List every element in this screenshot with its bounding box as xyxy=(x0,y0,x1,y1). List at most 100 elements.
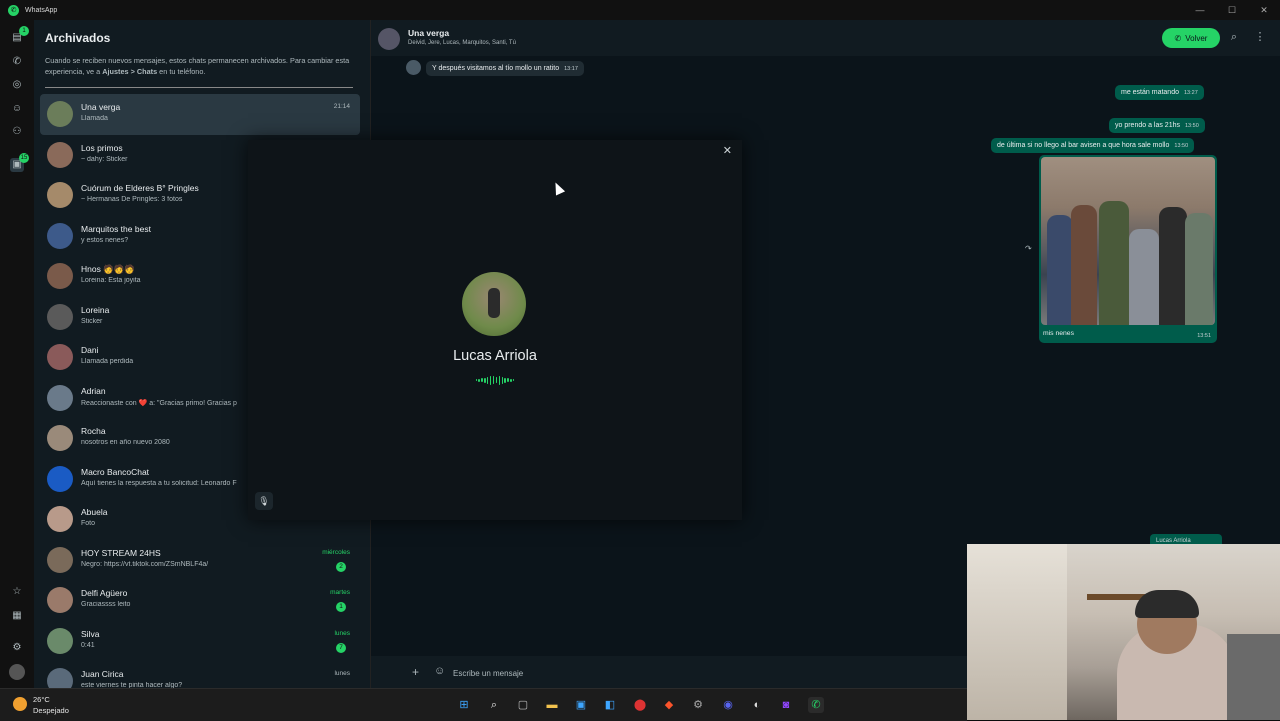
divider xyxy=(45,87,353,88)
chat-preview: Graciassss leito xyxy=(81,601,131,608)
media-icon[interactable]: ▦ xyxy=(10,609,24,623)
message-out[interactable]: de última si no llego al bar avisen a qu… xyxy=(991,138,1195,153)
group-members: Deivid, Jere, Lucas, Marquitos, Santi, T… xyxy=(408,40,516,46)
brave-browser-icon[interactable]: ◆ xyxy=(661,697,677,713)
message-time: 13:27 xyxy=(1183,90,1198,96)
caller-avatar xyxy=(462,272,526,336)
app-gray-icon[interactable]: ◐ xyxy=(749,697,765,713)
message-in[interactable]: Y después visitamos al tío mollo un rati… xyxy=(426,61,584,76)
chat-row[interactable]: HOY STREAM 24HS Negro: https://vt.tiktok.… xyxy=(40,540,360,581)
chat-name: Macro BancoChat xyxy=(81,466,150,477)
store-icon[interactable]: ▣ xyxy=(573,697,589,713)
chat-name: Cuórum de Elderes B° Pringles xyxy=(81,183,199,193)
chat-preview: Negro: https://vt.tiktok.com/ZSmNBLF4a/ xyxy=(81,560,209,568)
app-icon[interactable]: ◧ xyxy=(602,697,618,713)
weather-icon[interactable] xyxy=(13,697,27,711)
chat-avatar[interactable] xyxy=(47,546,73,573)
file-explorer-icon[interactable]: ▬ xyxy=(544,697,560,713)
settings-link: Ajustes > Chats xyxy=(102,66,158,76)
minimize-icon[interactable]: — xyxy=(1184,5,1216,15)
close-window-icon[interactable]: ✕ xyxy=(1248,5,1280,16)
message-out[interactable]: yo prendo a las 21hs 13:50 xyxy=(1109,118,1205,133)
chat-row[interactable]: Silva 0:41 lunes 7 xyxy=(40,621,360,662)
microphone-icon[interactable]: 🎙 xyxy=(255,492,273,510)
chat-avatar[interactable] xyxy=(47,465,73,492)
channels-icon[interactable]: ☺ xyxy=(10,102,24,116)
settings-icon[interactable]: ⚙ xyxy=(10,641,24,655)
close-icon[interactable]: ✕ xyxy=(723,144,732,157)
search-icon[interactable]: ⌕ xyxy=(1227,30,1241,44)
chat-avatar[interactable] xyxy=(47,587,73,613)
message-time: 13:50 xyxy=(1174,143,1189,149)
chat-name: Rocha xyxy=(81,426,106,436)
chat-name: Adrian xyxy=(81,385,106,396)
windows-start-icon[interactable]: ⊞ xyxy=(456,697,472,713)
chat-avatar[interactable] xyxy=(47,263,73,289)
chat-avatar[interactable] xyxy=(47,222,73,249)
calls-icon[interactable]: ✆ xyxy=(10,55,24,69)
chats-badge: 1 xyxy=(19,26,29,36)
chat-avatar[interactable] xyxy=(47,344,73,370)
unread-badge: 1 xyxy=(336,602,346,612)
conversation-header[interactable]: Una verga Deivid, Jere, Lucas, Marquitos… xyxy=(371,20,1280,56)
wave-bar xyxy=(504,377,506,383)
chat-row[interactable]: Una verga Llamada 21:14 xyxy=(40,94,360,135)
forward-icon[interactable]: ↷ xyxy=(1025,244,1032,253)
photo-caption: mis nenes xyxy=(1043,330,1074,337)
message-out[interactable]: me están matando 13:27 xyxy=(1115,85,1204,100)
attach-icon[interactable]: + xyxy=(412,665,419,679)
group-avatar[interactable] xyxy=(378,28,400,50)
message-text: me están matando xyxy=(1121,89,1179,96)
wave-bar xyxy=(501,376,503,384)
chat-avatar[interactable] xyxy=(47,627,73,654)
status-icon[interactable]: ◎ xyxy=(10,78,24,92)
navigation-rail: ▤ 1 ✆ ◎ ☺ ⚇ ▣ 15 ☆ ▦ ⚙ xyxy=(0,20,34,688)
wave-bar xyxy=(487,376,489,384)
whatsapp-taskbar-icon[interactable]: ✆ xyxy=(808,697,824,713)
chat-avatar[interactable] xyxy=(47,182,73,208)
description-text-end: en tu teléfono. xyxy=(157,66,206,76)
menu-icon[interactable]: ⋮ xyxy=(1253,30,1267,44)
chat-avatar[interactable] xyxy=(47,425,73,451)
message-input[interactable] xyxy=(451,664,935,682)
starred-icon[interactable]: ☆ xyxy=(10,585,24,599)
chat-name: HOY STREAM 24HS xyxy=(81,547,161,558)
chat-time: lunes xyxy=(334,629,350,637)
communities-icon[interactable]: ⚇ xyxy=(10,125,24,139)
wave-bar xyxy=(510,378,512,382)
chat-time: 21:14 xyxy=(333,103,350,110)
whatsapp-logo-icon: ✆ xyxy=(8,4,19,16)
photo-time: 13:51 xyxy=(1197,333,1211,339)
chat-time: lunes xyxy=(334,670,350,677)
chat-name: Abuela xyxy=(81,507,108,517)
chat-name: Hnos 🧑🧑🧑 xyxy=(81,264,135,274)
chat-row[interactable]: Delfi Agüero Graciassss leito martes 1 xyxy=(40,580,360,621)
twitch-icon[interactable]: ◙ xyxy=(778,697,794,713)
app-title: WhatsApp xyxy=(25,6,58,14)
discord-icon[interactable]: ◉ xyxy=(720,697,736,713)
photo-message[interactable]: mis nenes 13:51 xyxy=(1039,155,1217,343)
return-to-call-button[interactable]: ✆ Volver xyxy=(1162,28,1220,48)
emoji-icon[interactable]: ☺ xyxy=(434,665,445,677)
chat-avatar[interactable] xyxy=(47,384,73,411)
wave-bar xyxy=(495,377,498,383)
wave-bar xyxy=(475,379,477,381)
phone-icon: ✆ xyxy=(1174,33,1182,43)
chat-avatar[interactable] xyxy=(47,303,73,330)
message-time: 13:17 xyxy=(564,66,578,72)
profile-avatar[interactable] xyxy=(9,664,25,680)
chat-avatar[interactable] xyxy=(47,506,73,532)
task-view-icon[interactable]: ▢ xyxy=(515,697,531,713)
chat-avatar[interactable] xyxy=(47,141,73,168)
settings-app-icon[interactable]: ⚙ xyxy=(690,697,706,713)
chat-avatar[interactable] xyxy=(47,101,73,127)
chat-time: martes xyxy=(330,589,350,596)
maximize-icon[interactable]: ☐ xyxy=(1216,5,1248,16)
app-red-icon[interactable]: ⬤ xyxy=(632,697,648,713)
group-photo[interactable] xyxy=(1041,157,1215,325)
sender-avatar[interactable] xyxy=(406,60,421,75)
chat-name: Silva xyxy=(81,628,100,639)
search-taskbar-icon[interactable]: ⌕ xyxy=(486,697,502,713)
call-window: ✕ Lucas Arriola 🎙 xyxy=(248,140,742,520)
wave-bar xyxy=(498,375,501,385)
